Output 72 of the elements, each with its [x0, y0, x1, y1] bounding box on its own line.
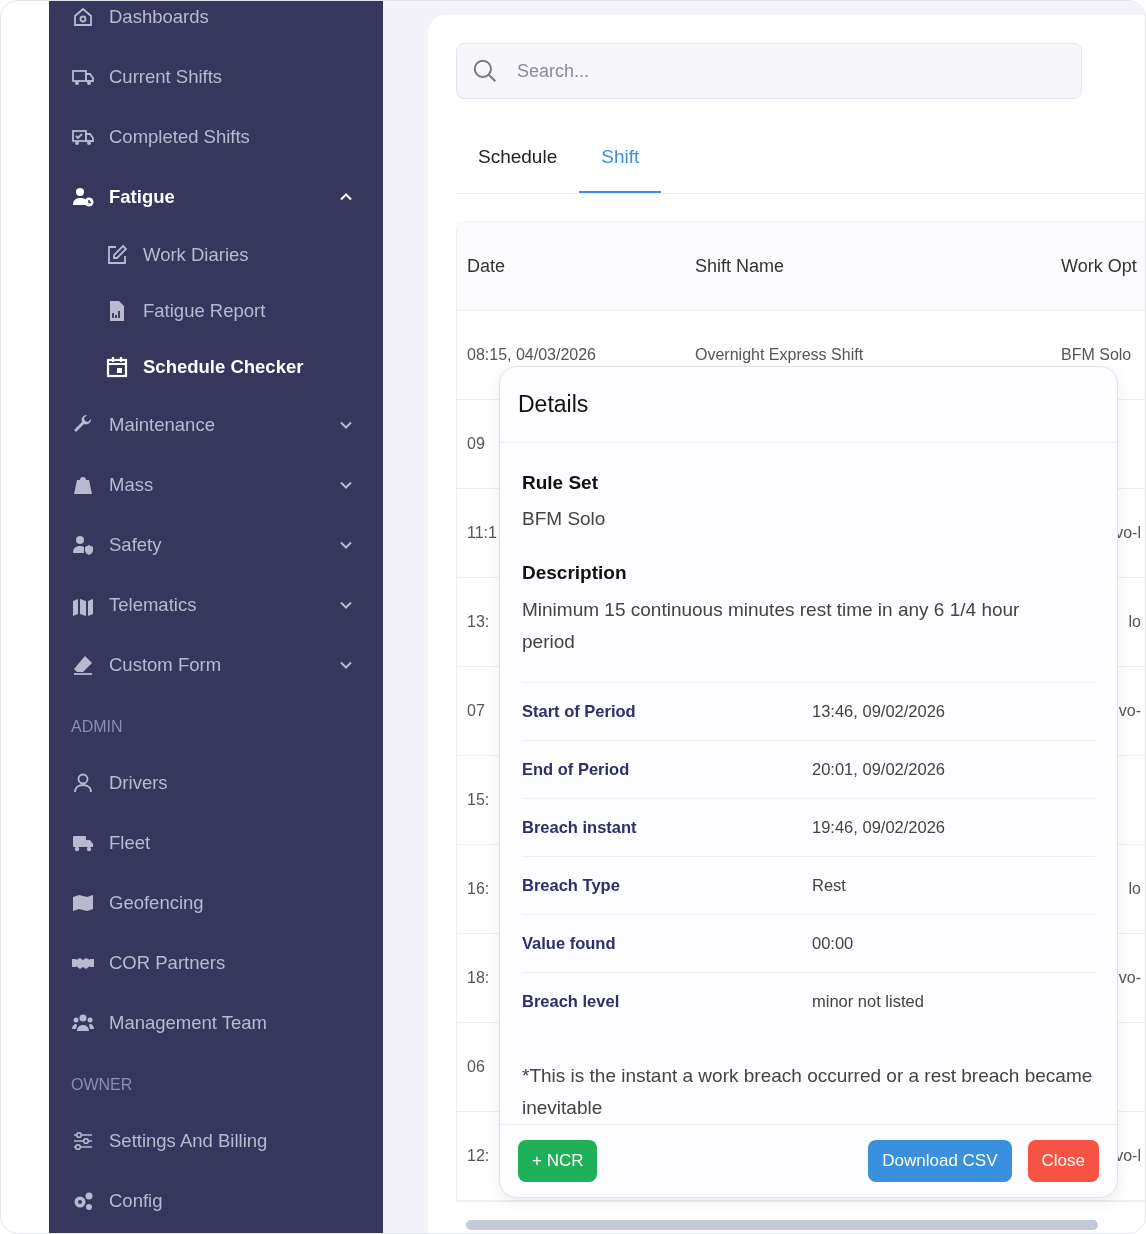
sliders-icon — [71, 1129, 95, 1153]
detail-label: Start of Period — [522, 701, 637, 723]
table-cell: BFM Solo — [1061, 346, 1132, 363]
sidebar-item[interactable]: Config — [71, 1171, 383, 1231]
download-button[interactable]: Download CSV — [868, 1140, 1012, 1182]
sidebar-item[interactable]: Settings And Billing — [71, 1111, 383, 1171]
table-cell: 09 — [467, 435, 485, 452]
calendar-icon — [105, 355, 129, 379]
section-heading: ADMIN — [71, 717, 124, 737]
table-cell: vo- — [1118, 702, 1141, 719]
sidebar-subitem[interactable]: Schedule Checker — [71, 339, 383, 395]
sidebar-item[interactable]: COR Partners — [71, 933, 383, 993]
column-header: Work Opt — [1061, 254, 1138, 278]
section-heading: OWNER — [71, 1075, 134, 1095]
table-cell: 13: — [467, 613, 490, 630]
tab[interactable]: Schedule — [456, 124, 580, 193]
sidebar-item[interactable]: Drivers — [71, 753, 383, 813]
table-cell: 15: — [467, 791, 490, 808]
sidebar-subitem[interactable]: Fatigue Report — [71, 283, 383, 339]
column-header: Shift Name — [695, 254, 786, 278]
table-cell: 07 — [467, 702, 485, 719]
user-icon — [71, 771, 95, 795]
detail-label: Breach Type — [522, 875, 621, 897]
sidebar-item[interactable]: Telematics — [71, 575, 383, 635]
field-label: Rule Set — [522, 471, 600, 495]
table-cell: lo — [1128, 880, 1141, 897]
detail-label: Breach instant — [522, 817, 638, 839]
edit-icon — [105, 243, 129, 267]
field-label: Description — [522, 561, 628, 586]
sidebar-item[interactable]: Completed Shifts — [71, 107, 383, 167]
table-cell: 11:1 — [467, 524, 497, 541]
sidebar-item[interactable]: Management Team — [71, 993, 383, 1053]
detail-label: Breach level — [522, 991, 621, 1013]
detail-value: 13:46, 09/02/2026 — [812, 701, 946, 723]
detail-label: Value found — [522, 933, 617, 955]
sidebar-item[interactable]: Mass — [71, 455, 383, 515]
sidebar-item[interactable]: Dashboards — [71, 1, 383, 47]
home-icon — [71, 5, 95, 29]
user-clock-icon — [71, 185, 95, 209]
detail-value: minor not listed — [812, 991, 924, 1013]
table-cell: Overnight Express Shift — [695, 346, 864, 363]
sidebar-item[interactable]: Current Shifts — [71, 47, 383, 107]
sidebar-item[interactable]: Safety — [71, 515, 383, 575]
table-cell: 12: — [467, 1147, 490, 1164]
scrollbar[interactable] — [466, 1220, 1098, 1230]
sidebar-item[interactable]: Custom Form — [71, 635, 383, 695]
sidebar-item[interactable]: Maintenance — [71, 395, 383, 455]
close-button[interactable]: Close — [1027, 1140, 1099, 1182]
sidebar-item[interactable]: Fatigue — [71, 167, 383, 227]
table-cell: 08:15, 04/03/2026 — [467, 346, 596, 363]
tab[interactable]: Shift — [579, 124, 662, 193]
detail-value: 19:46, 09/02/2026 — [812, 817, 946, 839]
table-cell: 18: — [467, 969, 490, 986]
field-value: BFM Solo — [522, 507, 607, 532]
dialog-title: Details — [500, 367, 1117, 443]
table-cell: 16: — [467, 880, 490, 897]
sidebar-item[interactable]: Geofencing — [71, 873, 383, 933]
sidebar-item[interactable]: Fleet — [71, 813, 383, 873]
field-value: Minimum 15 continuous minutes rest time in any 6 1/4 hour period — [522, 598, 1021, 654]
table-cell: lo — [1128, 613, 1141, 630]
table-cell: 06 — [467, 1058, 485, 1075]
column-header: Date — [466, 254, 507, 278]
detail-value: 20:01, 09/02/2026 — [812, 759, 946, 781]
user-shield-icon — [71, 533, 95, 557]
eraser-icon — [71, 653, 95, 677]
detail-label: End of Period — [522, 759, 631, 781]
sidebar-subitem[interactable]: Work Diaries — [71, 227, 383, 283]
detail-value: 00:00 — [812, 933, 854, 955]
table-cell: vo- — [1118, 969, 1141, 986]
detail-value: Rest — [812, 875, 846, 897]
search-field[interactable]: Search... — [456, 43, 1082, 99]
footnote: *This is the instant a work breach occurred or a rest breach became inevitable — [522, 1064, 1094, 1120]
